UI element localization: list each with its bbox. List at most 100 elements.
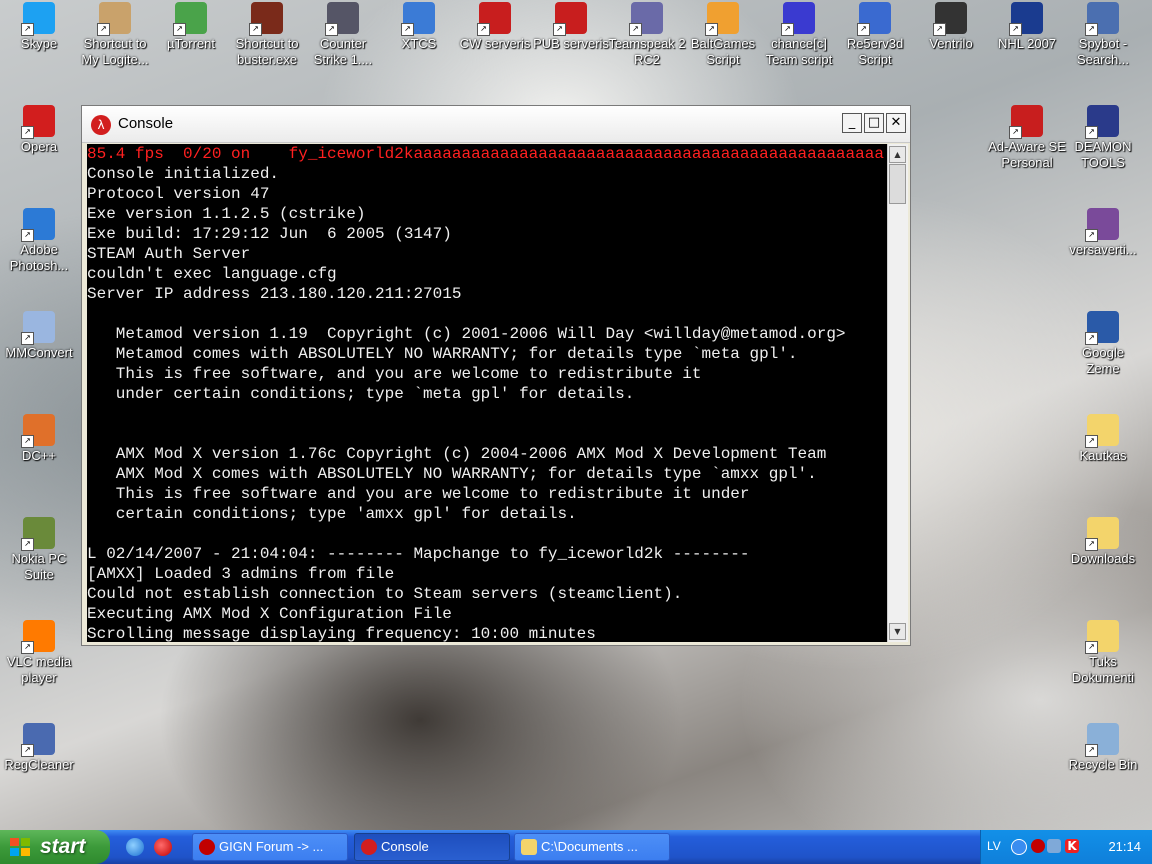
task-label: Console bbox=[381, 839, 429, 854]
desktop-icon[interactable]: ↗ Tuks Dokumenti bbox=[1064, 620, 1142, 686]
start-label: start bbox=[40, 835, 86, 858]
scroll-thumb[interactable] bbox=[889, 164, 906, 204]
console-line: AMX Mod X comes with ABSOLUTELY NO WARRA… bbox=[87, 465, 817, 483]
desktop-icon[interactable]: ↗ Kautkas bbox=[1064, 414, 1142, 464]
desktop-icon[interactable]: ↗ Ventrilo bbox=[912, 2, 990, 52]
desktop-icon[interactable]: ↗ Adobe Photosh... bbox=[0, 208, 78, 274]
buster-shortcut-icon: ↗ bbox=[249, 2, 283, 36]
console-line: Executing AMX Mod X Configuration File bbox=[87, 605, 452, 623]
baltgames-script-icon: ↗ bbox=[705, 2, 739, 36]
console-line: Server IP address 213.180.120.211:27015 bbox=[87, 285, 462, 303]
scroll-down-button[interactable]: ▼ bbox=[889, 623, 906, 640]
start-button[interactable]: start bbox=[0, 830, 110, 864]
dcpp-icon: ↗ bbox=[21, 414, 55, 448]
console-line: This is free software, and you are welco… bbox=[87, 365, 702, 383]
cw-server-icon: ↗ bbox=[477, 2, 511, 36]
kaspersky-icon[interactable]: K bbox=[1065, 839, 1079, 853]
desktop-icon[interactable]: ↗ Re5erv3d Script bbox=[836, 2, 914, 68]
utorrent-icon: ↗ bbox=[173, 2, 207, 36]
desktop-icon-label: Spybot - Search... bbox=[1076, 36, 1130, 67]
desktop-icon[interactable]: ↗ BaltGames Script bbox=[684, 2, 762, 68]
desktop-icon-label: BaltGames Script bbox=[690, 36, 756, 67]
desktop-icon[interactable]: ↗ Downloads bbox=[1064, 517, 1142, 567]
desktop-icon[interactable]: ↗ PUB serveris bbox=[532, 2, 610, 52]
desktop-icon[interactable]: ↗ Shortcut to My Logite... bbox=[76, 2, 154, 68]
console-line: Metamod version 1.19 Copyright (c) 2001-… bbox=[87, 325, 846, 343]
shortcut-arrow-icon: ↗ bbox=[1085, 332, 1098, 345]
task-button-gign-forum[interactable]: GIGN Forum -> ... bbox=[192, 833, 348, 861]
desktop-icon-label: XTCS bbox=[401, 36, 437, 51]
opera-icon bbox=[199, 839, 215, 855]
reserved-script-icon: ↗ bbox=[857, 2, 891, 36]
maximize-button[interactable]: □ bbox=[864, 113, 884, 133]
desktop-icon[interactable]: ↗ Shortcut to buster.exe bbox=[228, 2, 306, 68]
desktop-icon[interactable]: ↗ Spybot - Search... bbox=[1064, 2, 1142, 68]
desktop-icon[interactable]: ↗ MMConvert bbox=[0, 311, 78, 361]
desktop-icon-label: Kautkas bbox=[1079, 448, 1127, 463]
task-button-documents[interactable]: C:\Documents ... bbox=[514, 833, 670, 861]
desktop-icon-label: Skype bbox=[20, 36, 58, 51]
desktop-icon[interactable]: ↗ Counter Strike 1.... bbox=[304, 2, 382, 68]
ie-quicklaunch-icon[interactable] bbox=[126, 838, 144, 856]
desktop-icon[interactable]: ↗ Skype bbox=[0, 2, 78, 52]
desktop-icon[interactable]: ↗ µTorrent bbox=[152, 2, 230, 52]
title-bar[interactable]: λ Console _ □ ✕ bbox=[82, 106, 910, 143]
opera-icon: ↗ bbox=[21, 105, 55, 139]
shortcut-arrow-icon: ↗ bbox=[1085, 538, 1098, 551]
taskbar: start GIGN Forum -> ... Console C:\Docum… bbox=[0, 830, 1152, 864]
console-line: Exe build: 17:29:12 Jun 6 2005 (3147) bbox=[87, 225, 452, 243]
shortcut-arrow-icon: ↗ bbox=[21, 538, 34, 551]
vertical-scrollbar[interactable]: ▲ ▼ bbox=[887, 144, 908, 642]
half-life-icon bbox=[361, 839, 377, 855]
desktop-icon[interactable]: ↗ Ad-Aware SE Personal bbox=[988, 105, 1066, 171]
desktop-icon[interactable]: ↗ Opera bbox=[0, 105, 78, 155]
photoshop-icon: ↗ bbox=[21, 208, 55, 242]
console-line: certain conditions; type 'amxx gpl' for … bbox=[87, 505, 577, 523]
desktop-icon-label: Teamspeak 2 RC2 bbox=[608, 36, 686, 67]
close-button[interactable]: ✕ bbox=[886, 113, 906, 133]
system-tray: LV K 21:14 bbox=[980, 830, 1152, 864]
shortcut-arrow-icon: ↗ bbox=[1085, 641, 1098, 654]
desktop-icon[interactable]: ↗ Google Zeme bbox=[1064, 311, 1142, 377]
spybot-icon: ↗ bbox=[1085, 2, 1119, 36]
shortcut-arrow-icon: ↗ bbox=[21, 435, 34, 448]
desktop-icon[interactable]: ↗ RegCleaner bbox=[0, 723, 78, 773]
network-icon[interactable] bbox=[1047, 839, 1061, 853]
console-line: Console initialized. bbox=[87, 165, 280, 183]
desktop-icon[interactable]: ↗ XTCS bbox=[380, 2, 458, 52]
console-output[interactable]: 85.4 fps 0/20 on fy_iceworld2kaaaaaaaaaa… bbox=[87, 144, 887, 642]
mmconvert-icon: ↗ bbox=[21, 311, 55, 345]
counter-strike-icon: ↗ bbox=[325, 2, 359, 36]
desktop-icon-label: Ad-Aware SE Personal bbox=[988, 139, 1066, 170]
desktop-icon[interactable]: ↗ DEAMON TOOLS bbox=[1064, 105, 1142, 171]
language-indicator[interactable]: LV bbox=[987, 839, 1001, 853]
task-button-console[interactable]: Console bbox=[354, 833, 510, 861]
desktop-icon[interactable]: ↗ chance[c] Team script bbox=[760, 2, 838, 68]
desktop-icon[interactable]: ↗ VLC media player bbox=[0, 620, 78, 686]
ventrilo-icon: ↗ bbox=[933, 2, 967, 36]
pub-server-icon: ↗ bbox=[553, 2, 587, 36]
minimize-button[interactable]: _ bbox=[842, 113, 862, 133]
opera-tray-icon[interactable] bbox=[1031, 839, 1045, 853]
shortcut-arrow-icon: ↗ bbox=[97, 23, 110, 36]
desktop-icon[interactable]: ↗ Teamspeak 2 RC2 bbox=[608, 2, 686, 68]
desktop-icon[interactable]: ↗ Nokia PC Suite bbox=[0, 517, 78, 583]
scroll-up-button[interactable]: ▲ bbox=[889, 146, 906, 163]
back-arrow-icon[interactable] bbox=[1011, 839, 1027, 855]
nokia-pc-suite-icon: ↗ bbox=[21, 517, 55, 551]
desktop-icon-label: DEAMON TOOLS bbox=[1074, 139, 1132, 170]
desktop-icon[interactable]: ↗ CW serveris bbox=[456, 2, 534, 52]
desktop-icon[interactable]: ↗ versaverti... bbox=[1064, 208, 1142, 258]
desktop-icon-label: VLC media player bbox=[6, 654, 72, 685]
console-line: This is free software and you are welcom… bbox=[87, 485, 750, 503]
shortcut-arrow-icon: ↗ bbox=[21, 23, 34, 36]
desktop-icon[interactable]: ↗ Recycle Bin bbox=[1064, 723, 1142, 773]
opera-quicklaunch-icon[interactable] bbox=[154, 838, 172, 856]
console-window: λ Console _ □ ✕ 85.4 fps 0/20 on fy_icew… bbox=[81, 105, 911, 646]
desktop-icon[interactable]: ↗ DC++ bbox=[0, 414, 78, 464]
desktop-icon-label: Tuks Dokumenti bbox=[1071, 654, 1135, 685]
desktop-icon-label: Counter Strike 1.... bbox=[313, 36, 373, 67]
desktop-icon[interactable]: ↗ NHL 2007 bbox=[988, 2, 1066, 52]
desktop-icon-label: Shortcut to buster.exe bbox=[235, 36, 299, 67]
